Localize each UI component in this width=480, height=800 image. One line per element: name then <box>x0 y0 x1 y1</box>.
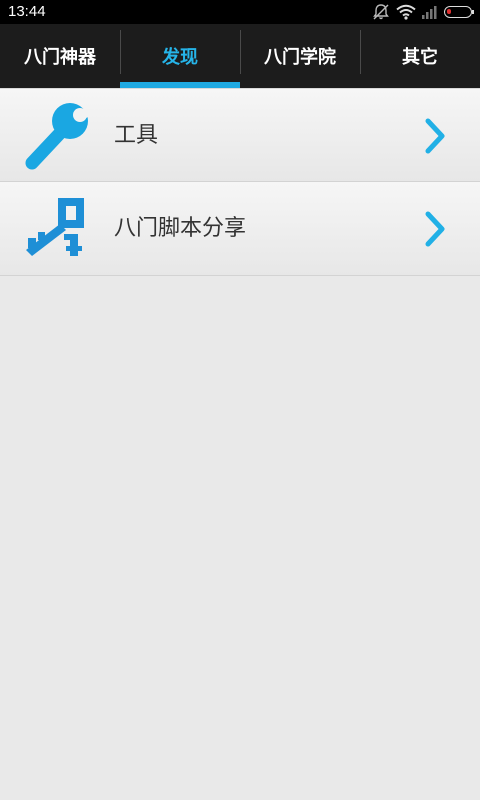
discover-list: 工具 八门脚本分享 <box>0 88 480 276</box>
list-item-label: 工具 <box>114 123 159 148</box>
status-icons <box>372 3 474 21</box>
list-item-script-share[interactable]: 八门脚本分享 <box>0 182 480 276</box>
status-time: 13:44 <box>8 3 46 20</box>
tab-bar: 八门神器 发现 八门学院 其它 <box>0 24 480 88</box>
tab-bamen-xueyuan[interactable]: 八门学院 <box>240 24 360 88</box>
tab-bamen-shenqi[interactable]: 八门神器 <box>0 24 120 88</box>
list-item-tools[interactable]: 工具 <box>0 88 480 182</box>
status-bar: 13:44 <box>0 0 480 24</box>
tab-qita[interactable]: 其它 <box>360 24 480 88</box>
tab-faxian[interactable]: 发现 <box>120 24 240 88</box>
chevron-right-icon <box>425 118 445 154</box>
key-icon <box>26 198 84 256</box>
signal-icon <box>422 6 437 19</box>
battery-icon <box>444 6 474 18</box>
list-item-label: 八门脚本分享 <box>114 216 247 241</box>
alarm-off-icon <box>373 4 389 20</box>
wifi-icon <box>396 4 416 20</box>
chevron-right-icon <box>425 211 445 247</box>
wrench-icon <box>25 103 92 170</box>
